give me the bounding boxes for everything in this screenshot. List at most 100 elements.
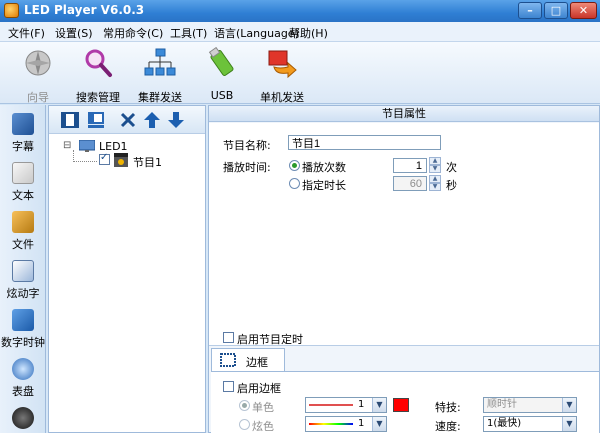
mono-color-radio[interactable] — [239, 400, 250, 411]
menu-help[interactable]: 帮助(H) — [289, 25, 328, 41]
delete-icon[interactable] — [119, 111, 137, 129]
search-manage-label: 搜索管理 — [76, 91, 120, 104]
line-preview-rainbow — [309, 423, 353, 425]
nav-animated-text[interactable]: 炫动字 — [0, 260, 46, 300]
tree-expander[interactable]: ⊟ — [63, 140, 71, 151]
window-title: LED Player V6.0.3 — [24, 3, 145, 17]
colorful-line-select[interactable]: 1 ▼ — [305, 416, 387, 432]
app-logo-icon — [4, 3, 19, 18]
menu-settings[interactable]: 设置(S) — [55, 25, 93, 41]
duration-input[interactable] — [393, 176, 427, 191]
nav-text-label: 文本 — [12, 189, 34, 202]
tree-toolbar — [49, 106, 205, 134]
nav-timer[interactable]: 计时 — [0, 407, 46, 433]
close-button[interactable]: ✕ — [570, 2, 597, 19]
digital-clock-icon — [12, 309, 34, 331]
colorful-label: 炫色 — [252, 420, 274, 433]
wizard-label: 向导 — [27, 91, 49, 104]
single-send-button[interactable]: 单机发送 — [252, 44, 312, 104]
move-up-icon[interactable] — [143, 111, 161, 129]
left-nav: 字幕 文本 文件 炫动字 数字时钟 表盘 计时 — [0, 105, 46, 433]
speed-value: 1(最快) — [487, 418, 522, 429]
program-clapper-icon — [114, 153, 128, 167]
usb-label: USB — [210, 89, 234, 102]
subtitle-icon — [12, 113, 34, 135]
effect-select[interactable]: 顺时针 ▼ — [483, 397, 577, 413]
maximize-button[interactable]: □ — [544, 2, 568, 19]
speed-select[interactable]: 1(最快) ▼ — [483, 416, 577, 432]
line-preview-red — [309, 404, 353, 406]
tab-border[interactable]: 边框 — [211, 348, 285, 372]
mono-color-label: 单色 — [252, 401, 274, 414]
timer-icon — [12, 407, 34, 429]
border-settings: 启用边框 单色 1 ▼ 炫色 1 ▼ 特技: 顺时针 ▼ 速度: 1(最快) ▼ — [211, 371, 599, 433]
nav-dial-label: 表盘 — [12, 385, 34, 398]
nav-subtitle[interactable]: 字幕 — [0, 113, 46, 153]
effect-label: 特技: — [435, 401, 461, 414]
minimize-button[interactable]: – — [518, 2, 542, 19]
menu-file[interactable]: 文件(F) — [8, 25, 45, 41]
nav-dial[interactable]: 表盘 — [0, 358, 46, 398]
tab-border-label: 边框 — [246, 356, 268, 369]
enable-border-label: 启用边框 — [237, 382, 281, 395]
program-timer-checkbox[interactable] — [223, 332, 234, 343]
chevron-down-icon: ▼ — [372, 417, 386, 431]
file-icon — [12, 211, 34, 233]
effect-value: 顺时针 — [487, 399, 517, 410]
props-header: 节目属性 — [209, 106, 599, 122]
wizard-button[interactable]: 向导 — [8, 44, 68, 104]
usb-drive-icon — [208, 47, 234, 76]
program-tree-panel: ⊟ LED1 节目1 — [48, 105, 206, 433]
screen-icon — [79, 140, 95, 152]
menu-commands[interactable]: 常用命令(C) — [103, 25, 163, 41]
add-screen-icon[interactable] — [61, 111, 79, 129]
mono-line-select[interactable]: 1 ▼ — [305, 397, 387, 413]
title-bar: LED Player V6.0.3 – □ ✕ — [0, 0, 600, 22]
play-count-spinner[interactable]: ▲ ▼ — [429, 157, 441, 173]
speed-label: 速度: — [435, 420, 461, 433]
single-send-label: 单机发送 — [260, 91, 304, 104]
dial-clock-icon — [12, 358, 34, 380]
play-count-label: 播放次数 — [302, 161, 346, 174]
play-count-radio[interactable] — [289, 160, 300, 171]
nav-text[interactable]: 文本 — [0, 162, 46, 202]
network-tree-icon — [144, 48, 176, 76]
nav-subtitle-label: 字幕 — [12, 140, 34, 153]
nav-digital-clock-label: 数字时钟 — [1, 336, 45, 349]
menu-language[interactable]: 语言(Language) — [214, 25, 299, 41]
animated-text-icon — [12, 260, 34, 282]
duration-label: 指定时长 — [302, 179, 346, 192]
program1-checkbox[interactable] — [99, 152, 110, 165]
play-time-label: 播放时间: — [223, 161, 271, 174]
border-color-swatch[interactable] — [393, 398, 409, 412]
enable-border-checkbox[interactable] — [223, 381, 234, 392]
duration-spinner[interactable]: ▲ ▼ — [429, 175, 441, 191]
search-manage-button[interactable]: 搜索管理 — [68, 44, 128, 104]
duration-radio[interactable] — [289, 178, 300, 189]
chevron-down-icon: ▼ — [372, 398, 386, 412]
nav-digital-clock[interactable]: 数字时钟 — [0, 309, 46, 349]
properties-pane: 节目属性 节目名称: 播放时间: 播放次数 ▲▼ 次 指定时长 ▲▼ 秒 启用节… — [208, 105, 600, 433]
mono-line-value: 1 — [358, 399, 365, 410]
usb-button[interactable]: USB — [192, 44, 252, 102]
menu-bar: 文件(F) 设置(S) 常用命令(C) 工具(T) 语言(Language) 帮… — [0, 22, 600, 42]
program-properties: 节目名称: 播放时间: 播放次数 ▲▼ 次 指定时长 ▲▼ 秒 启用节目定时 — [209, 123, 599, 346]
wizard-compass-icon — [25, 50, 51, 76]
colorful-radio[interactable] — [239, 419, 250, 430]
move-down-icon[interactable] — [167, 111, 185, 129]
duration-unit: 秒 — [446, 179, 457, 192]
add-program-icon[interactable] — [87, 111, 105, 129]
play-count-input[interactable] — [393, 158, 427, 173]
program-name-input[interactable] — [288, 135, 441, 150]
nav-file-label: 文件 — [12, 238, 34, 251]
magnifier-icon — [85, 49, 112, 77]
tree-node-program1-label: 节目1 — [133, 156, 162, 169]
border-frame-icon — [220, 353, 236, 367]
nav-file[interactable]: 文件 — [0, 211, 46, 251]
text-icon — [12, 162, 34, 184]
send-arrow-icon — [268, 50, 297, 79]
menu-tools[interactable]: 工具(T) — [170, 25, 207, 41]
cluster-send-button[interactable]: 集群发送 — [130, 44, 190, 104]
main-toolbar: 向导 搜索管理 集群发送 USB 单机发送 — [0, 42, 600, 104]
nav-animated-text-label: 炫动字 — [6, 287, 40, 300]
